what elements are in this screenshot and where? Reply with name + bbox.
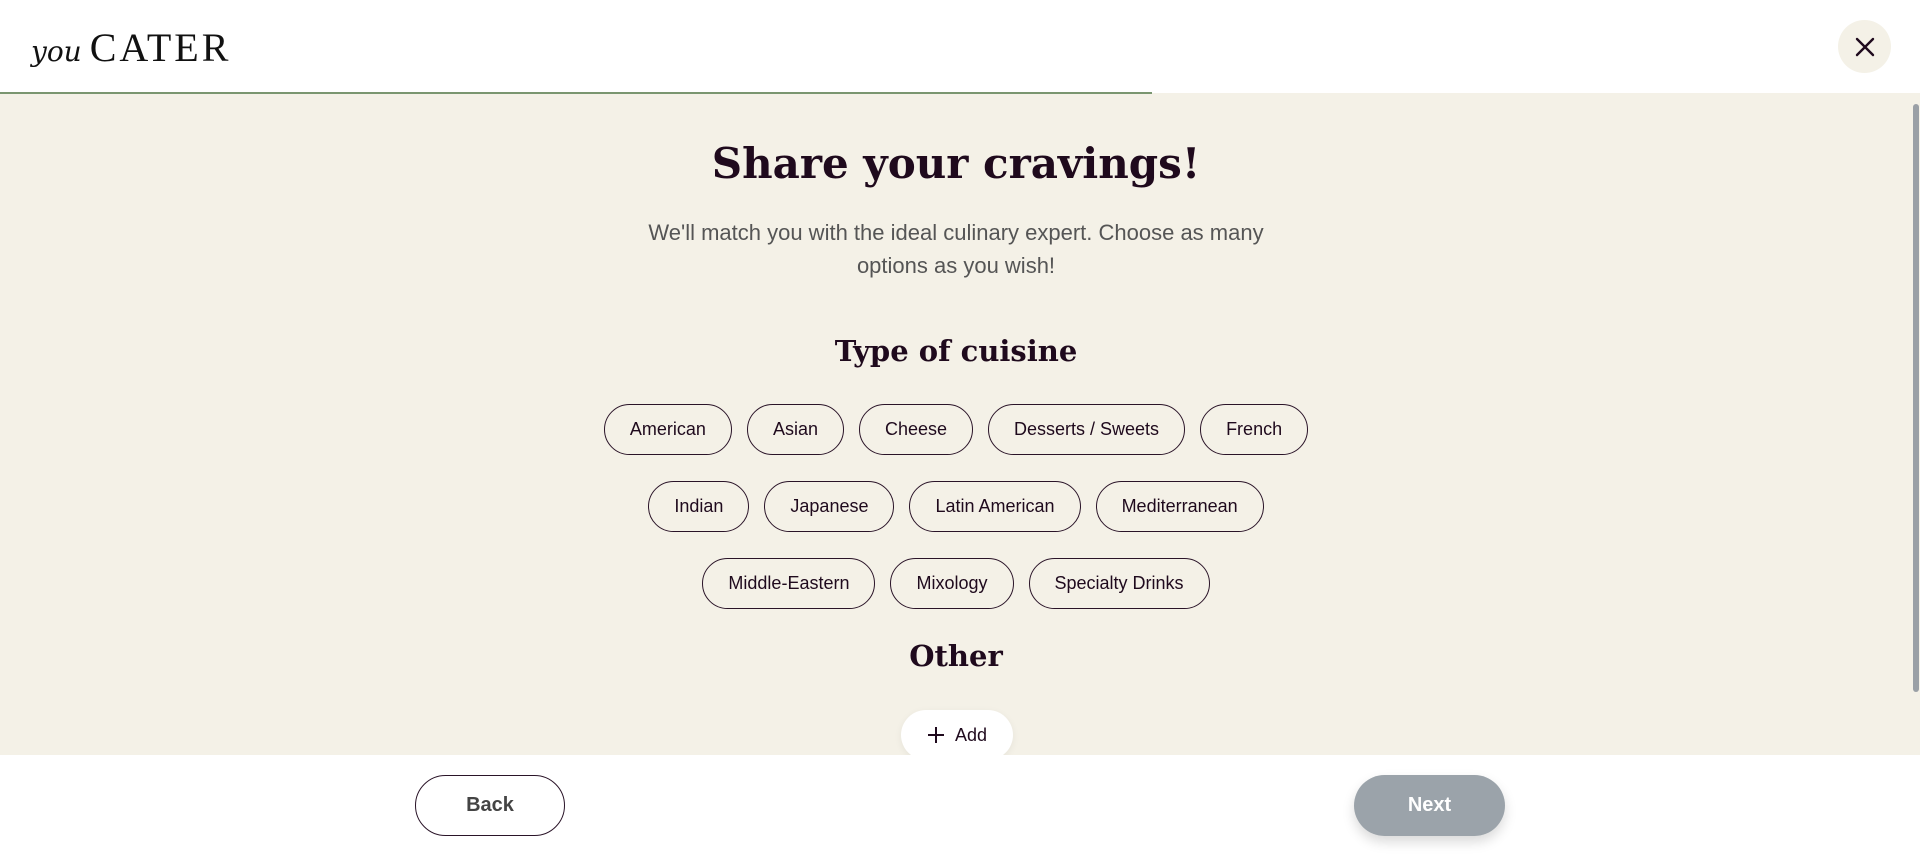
cuisine-option[interactable]: Latin American: [909, 481, 1081, 532]
plus-icon: [927, 727, 944, 743]
cuisine-row: American Asian Cheese Desserts / Sweets Fren…: [0, 404, 1912, 455]
cuisine-option[interactable]: Mixology: [890, 558, 1014, 609]
back-button[interactable]: Back: [415, 775, 565, 836]
cuisine-option[interactable]: Specialty Drinks: [1028, 558, 1210, 609]
add-label: Add: [954, 724, 988, 745]
cuisine-option[interactable]: Mediterranean: [1095, 481, 1264, 532]
main-content: Share your cravings! We'll match you wit…: [0, 94, 1912, 755]
cuisine-option[interactable]: Cheese: [858, 404, 974, 455]
cuisine-heading: Type of cuisine: [834, 334, 1078, 368]
scrollbar[interactable]: [1912, 94, 1920, 755]
logo-prefix: you: [31, 35, 82, 68]
other-heading: Other: [909, 639, 1003, 673]
footer: Back Next: [0, 755, 1920, 857]
next-button[interactable]: Next: [1354, 775, 1505, 836]
cuisine-option[interactable]: French: [1200, 404, 1309, 455]
close-button[interactable]: [1838, 20, 1891, 73]
page-subtitle: We'll match you with the ideal culinary …: [648, 220, 1264, 278]
add-other-button[interactable]: Add: [901, 710, 1013, 755]
cuisine-option[interactable]: American: [603, 404, 732, 455]
close-icon: [1855, 37, 1874, 56]
header: you CATER: [0, 0, 1920, 93]
cuisine-option[interactable]: Japanese: [764, 481, 895, 532]
cuisine-option[interactable]: Asian: [746, 404, 844, 455]
cuisine-options: American Asian Cheese Desserts / Sweets Fren…: [0, 404, 1912, 635]
youcater-logo[interactable]: you CATER: [31, 24, 231, 71]
cuisine-option[interactable]: Desserts / Sweets: [988, 404, 1186, 455]
cuisine-option[interactable]: Middle-Eastern: [702, 558, 876, 609]
cuisine-option[interactable]: Indian: [648, 481, 750, 532]
logo-main: CATER: [89, 25, 232, 70]
cuisine-row: Middle-Eastern Mixology Specialty Drinks: [0, 558, 1912, 609]
page-title: Share your cravings!: [711, 139, 1201, 188]
scrollbar-thumb[interactable]: [1913, 104, 1919, 692]
cuisine-row: Indian Japanese Latin American Mediterranea…: [0, 481, 1912, 532]
